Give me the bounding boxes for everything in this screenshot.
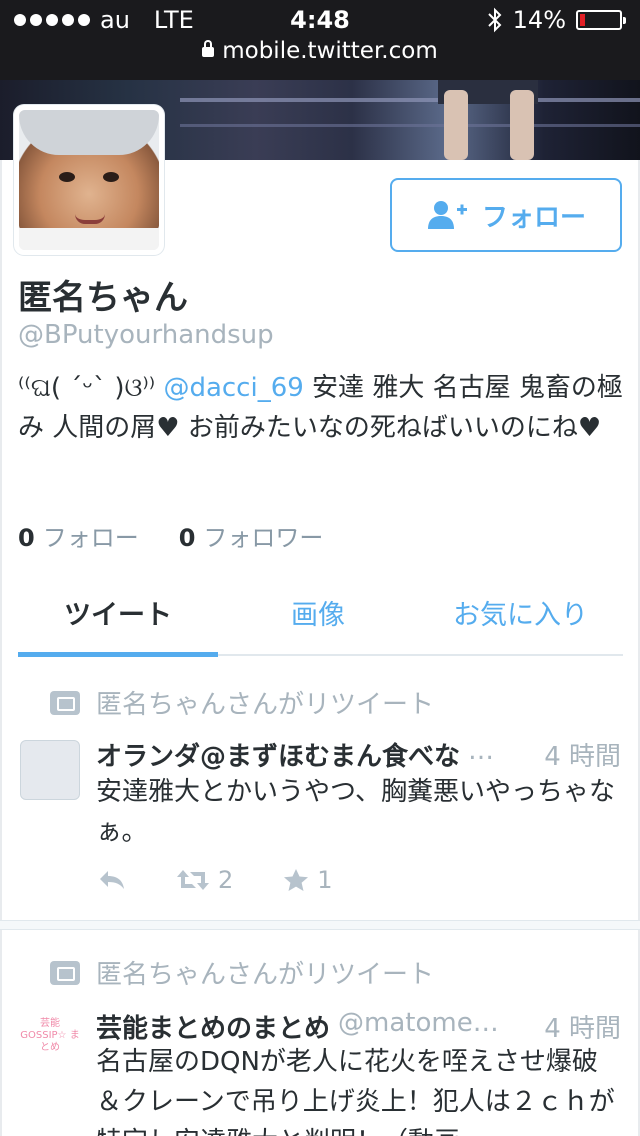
bio-text-prefix: ⁽⁽ଘ( ˊᵕˋ )ଓ⁾⁾	[18, 373, 164, 403]
tweet-time[interactable]: 4 時間	[544, 1008, 621, 1045]
add-user-icon	[427, 201, 467, 229]
status-bar: au LTE 4:48 14% mobile.twitter.com	[0, 0, 640, 80]
star-icon	[284, 869, 309, 891]
followers-label: フォロワー	[203, 524, 324, 552]
tweet[interactable]: 匿名ちゃんさんがリツイート オランダ@まずほむまん食べな … 4 時間 安達雅大…	[2, 670, 638, 920]
following-label: フォロー	[42, 524, 139, 552]
retweet-context: 匿名ちゃんさんがリツイート	[50, 684, 434, 721]
reply-icon	[100, 871, 124, 889]
tweet-divider	[0, 920, 640, 930]
tweet-text: 名古屋のDQNが老人に花火を咥えさせ爆破＆クレーンで吊り上げ炎上！犯人は２ｃｈが…	[96, 1047, 615, 1136]
profile-stats: 0 フォロー 0 フォロワー	[18, 518, 323, 553]
tweet-author-avatar[interactable]: 芸能 GOSSIP☆ まとめ	[20, 1012, 80, 1072]
profile-tabs: ツイート 画像 お気に入り	[18, 584, 623, 657]
url-text: mobile.twitter.com	[222, 38, 438, 64]
tab-tweets[interactable]: ツイート	[18, 584, 218, 657]
follow-button[interactable]: フォロー	[390, 178, 622, 252]
profile-bio: ⁽⁽ଘ( ˊᵕˋ )ଓ⁾⁾ @dacci_69 安達 雅大 名古屋 鬼畜の極み …	[18, 368, 623, 448]
tweet-author-handle: …	[468, 736, 495, 766]
lock-icon	[202, 40, 215, 57]
retweet-count: 2	[218, 866, 234, 894]
tweet-actions: 2 1	[98, 866, 333, 894]
battery-icon	[576, 10, 626, 30]
reply-button[interactable]	[98, 869, 126, 891]
retweeted-by-label: 匿名ちゃんさんがリツイート	[96, 690, 435, 720]
tab-favorites[interactable]: お気に入り	[418, 584, 623, 654]
retweet-icon	[50, 690, 80, 715]
tweet-author-handle: @matome…	[338, 1008, 499, 1038]
follow-button-label: フォロー	[481, 202, 586, 233]
tweet-author-name[interactable]: 芸能まとめのまとめ	[96, 1008, 330, 1045]
tweet-time[interactable]: 4 時間	[544, 736, 621, 773]
page: au LTE 4:48 14% mobile.twitter.com フォロー …	[0, 0, 640, 1136]
tab-media[interactable]: 画像	[218, 584, 418, 654]
bluetooth-icon	[487, 7, 502, 33]
retweeted-by-label: 匿名ちゃんさんがリツイート	[96, 960, 435, 990]
tweet-header: 芸能まとめのまとめ @matome… 4 時間	[96, 1008, 621, 1045]
battery-percent: 14%	[512, 6, 566, 34]
retweet-icon	[177, 870, 209, 890]
bio-mention-link[interactable]: @dacci_69	[163, 373, 303, 403]
followers-count: 0	[178, 524, 196, 552]
retweet-icon	[50, 960, 80, 985]
profile-avatar[interactable]	[14, 105, 164, 255]
tweet-author-avatar[interactable]	[20, 740, 80, 800]
address-bar[interactable]: mobile.twitter.com	[0, 38, 640, 64]
avatar-logo-text: 芸能 GOSSIP☆ まとめ	[20, 1018, 80, 1053]
profile-handle: @BPutyourhandsup	[18, 320, 274, 350]
tweet-author-name[interactable]: オランダ@まずほむまん食べな	[96, 736, 460, 773]
profile-name: 匿名ちゃん	[18, 278, 188, 318]
retweet-button[interactable]: 2	[176, 866, 233, 894]
following-count: 0	[18, 524, 35, 552]
favorite-count: 1	[317, 866, 333, 894]
status-right: 14%	[487, 6, 626, 34]
tweet-header: オランダ@まずほむまん食べな … 4 時間	[96, 736, 621, 773]
following-stat[interactable]: 0 フォロー	[18, 518, 139, 553]
tweet[interactable]: 匿名ちゃんさんがリツイート 芸能 GOSSIP☆ まとめ 芸能まとめのまとめ @…	[2, 940, 638, 1136]
retweet-context: 匿名ちゃんさんがリツイート	[50, 954, 434, 991]
favorite-button[interactable]: 1	[283, 866, 333, 894]
followers-stat[interactable]: 0 フォロワー	[179, 518, 324, 553]
tweet-text: 安達雅大とかいうやつ、胸糞悪いやっちゃなぁ。	[96, 777, 615, 847]
